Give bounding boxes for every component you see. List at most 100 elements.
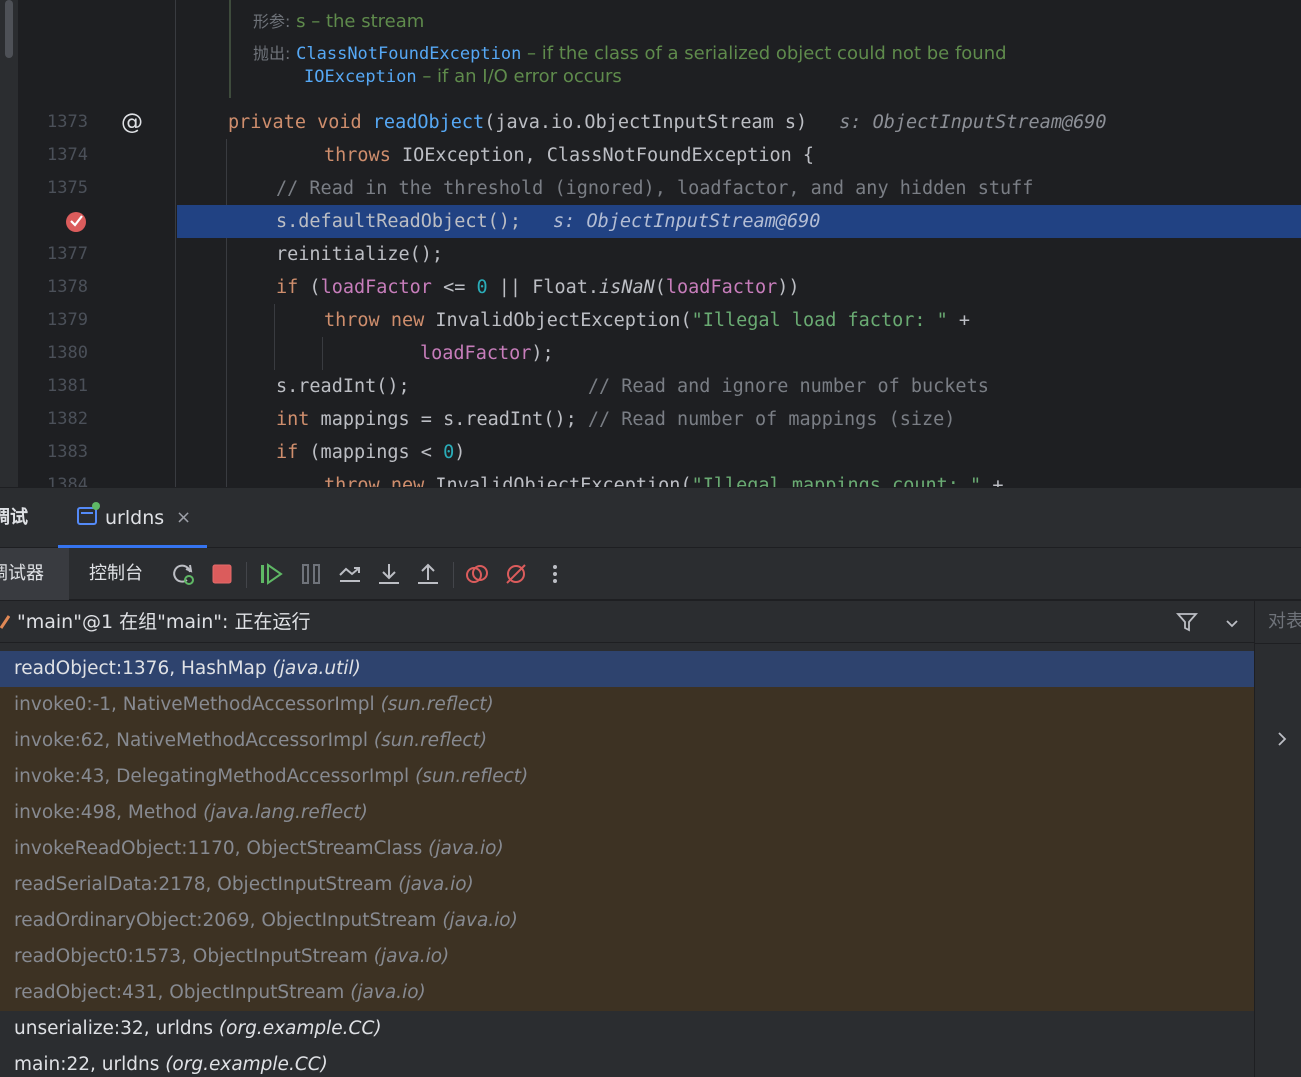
editor-gutter[interactable]: 1373 @ 1374 1375 1377 1378 1379 1380 138… xyxy=(18,0,176,487)
stop-icon[interactable] xyxy=(209,561,235,587)
line-number: 1378 xyxy=(47,277,88,297)
code-line[interactable]: int mappings = s.readInt(); // Read numb… xyxy=(177,403,1301,436)
inline-debug-value: s: ObjectInputStream@690 xyxy=(839,112,1107,133)
keyword: if xyxy=(276,277,299,298)
code-editor[interactable]: 1373 @ 1374 1375 1377 1378 1379 1380 138… xyxy=(0,0,1301,487)
variables-pane[interactable]: 对表 xyxy=(1254,601,1301,1077)
frames-list[interactable]: readObject:1376, HashMap (java.util) inv… xyxy=(0,643,1254,1077)
stack-frame[interactable]: invoke:43, DelegatingMethodAccessorImpl … xyxy=(0,759,1254,795)
code-line[interactable]: throws IOException, ClassNotFoundExcepti… xyxy=(177,139,1301,172)
resume-icon[interactable] xyxy=(258,561,284,587)
session-tab-urldns[interactable]: urldns × xyxy=(58,488,207,548)
code-text: s.defaultReadObject(); xyxy=(276,211,522,232)
code-line[interactable]: // Read in the threshold (ignored), load… xyxy=(177,172,1301,205)
editor-scrollbar[interactable] xyxy=(0,0,18,487)
param-tag: 形参: xyxy=(253,12,291,31)
code-line[interactable]: throw new InvalidObjectException("Illega… xyxy=(177,304,1301,337)
override-marker-icon[interactable]: @ xyxy=(121,110,143,135)
stack-frame[interactable]: readObject:1376, HashMap (java.util) xyxy=(0,651,1254,687)
keyword: int xyxy=(276,409,310,430)
code-line[interactable]: loadFactor); xyxy=(177,337,1301,370)
static-method: isNaN xyxy=(599,277,655,298)
step-out-icon[interactable] xyxy=(415,561,441,587)
code-line[interactable]: if (loadFactor <= 0 || Float.isNaN(loadF… xyxy=(177,271,1301,304)
code-text: ( xyxy=(654,277,666,298)
scrollbar-thumb[interactable] xyxy=(5,0,13,58)
code-text: reinitialize(); xyxy=(276,244,444,265)
step-into-icon[interactable] xyxy=(376,561,402,587)
frame-package: (sun.reflect) xyxy=(415,766,529,787)
code-line[interactable]: if (mappings < 0) xyxy=(177,436,1301,469)
field-ref: loadFactor xyxy=(320,277,432,298)
filter-icon[interactable] xyxy=(1176,611,1198,633)
comment: // Read number of mappings (size) xyxy=(587,409,956,430)
comment: // Read and ignore number of buckets xyxy=(587,376,989,397)
mute-breakpoints-icon[interactable] xyxy=(503,561,529,587)
stack-frame[interactable]: readOrdinaryObject:2069, ObjectInputStre… xyxy=(0,903,1254,939)
thread-selector[interactable]: "main"@1 在组"main": 正在运行 xyxy=(0,601,1254,643)
stack-frame[interactable]: invoke:62, NativeMethodAccessorImpl (sun… xyxy=(0,723,1254,759)
stack-frame[interactable]: invoke:498, Method (java.lang.reflect) xyxy=(0,795,1254,831)
chevron-down-icon[interactable] xyxy=(1222,613,1242,633)
code-text: mappings = s.readInt(); xyxy=(309,409,588,430)
thread-label: "main"@1 在组"main": 正在运行 xyxy=(17,611,311,633)
frame-package: (java.io) xyxy=(373,946,450,967)
current-execution-line[interactable]: s.defaultReadObject(); s: ObjectInputStre… xyxy=(177,205,1301,238)
stack-frame[interactable]: readObject:431, ObjectInputStream (java.… xyxy=(0,975,1254,1011)
toolbar-separator xyxy=(246,562,247,588)
close-icon[interactable]: × xyxy=(176,488,191,548)
code-text: )) xyxy=(777,277,800,298)
code-text: ); xyxy=(531,343,554,364)
code-text: + xyxy=(981,475,1004,487)
variables-input-placeholder[interactable]: 对表 xyxy=(1268,601,1301,643)
code-line[interactable]: reinitialize(); xyxy=(177,238,1301,271)
thread-status-icon xyxy=(0,615,10,629)
pause-icon[interactable] xyxy=(298,561,324,587)
line-number: 1379 xyxy=(47,310,88,330)
frame-method: unserialize:32, urldns xyxy=(14,1018,219,1039)
exception-link[interactable]: ClassNotFoundException xyxy=(296,44,521,64)
stack-frame[interactable]: readObject0:1573, ObjectInputStream (jav… xyxy=(0,939,1254,975)
step-over-icon[interactable] xyxy=(337,561,363,587)
stack-frame[interactable]: readSerialData:2178, ObjectInputStream (… xyxy=(0,867,1254,903)
frame-method: readObject:431, ObjectInputStream xyxy=(14,982,351,1003)
frame-method: invoke:62, NativeMethodAccessorImpl xyxy=(14,730,374,751)
breakpoint-icon[interactable] xyxy=(65,209,89,233)
code-line[interactable]: private void readObject(java.io.ObjectIn… xyxy=(177,106,1301,139)
chevron-right-icon[interactable] xyxy=(1275,729,1289,749)
frame-method: invoke:43, DelegatingMethodAccessorImpl xyxy=(14,766,416,787)
stack-frame[interactable]: main:22, urldns (org.example.CC) xyxy=(0,1047,1254,1077)
frame-package: (org.example.CC) xyxy=(165,1054,328,1075)
code-text: InvalidObjectException( xyxy=(435,475,692,487)
stack-frame[interactable]: invoke0:-1, NativeMethodAccessorImpl (su… xyxy=(0,687,1254,723)
exception-link[interactable]: IOException xyxy=(304,67,417,87)
line-number: 1382 xyxy=(47,409,88,429)
number-literal: 0 xyxy=(443,442,455,463)
line-number: 1374 xyxy=(47,145,88,165)
throws-text: – if an I/O error occurs xyxy=(416,66,622,87)
frame-package: (java.io) xyxy=(398,874,474,895)
view-breakpoints-icon[interactable] xyxy=(464,561,490,587)
code-line[interactable]: s.readInt(); // Read and ignore number o… xyxy=(177,370,1301,403)
tab-console[interactable]: 控制台 xyxy=(89,548,143,600)
code-text: ) xyxy=(454,442,466,463)
code-line[interactable]: throw new InvalidObjectException("Illega… xyxy=(177,469,1301,487)
stack-frame[interactable]: invokeReadObject:1170, ObjectStreamClass… xyxy=(0,831,1254,867)
frame-package: (java.io) xyxy=(350,982,426,1003)
code-text: + xyxy=(947,310,971,331)
field-ref: loadFactor xyxy=(420,343,532,364)
more-icon[interactable] xyxy=(542,561,568,587)
number-literal: 0 xyxy=(476,277,488,298)
frame-method: readOrdinaryObject:2069, ObjectInputStre… xyxy=(14,910,443,931)
running-indicator-icon xyxy=(92,502,100,510)
line-number: 1381 xyxy=(47,376,88,396)
frame-method: main:22, urldns xyxy=(14,1054,166,1075)
tab-debugger[interactable]: 调试器 xyxy=(0,548,69,600)
rendered-javadoc: 形参: s – the stream 抛出: ClassNotFoundExce… xyxy=(229,0,1007,98)
toolbar-separator xyxy=(453,562,454,588)
code-area[interactable]: 形参: s – the stream 抛出: ClassNotFoundExce… xyxy=(177,0,1301,487)
stack-frame[interactable]: unserialize:32, urldns (org.example.CC) xyxy=(0,1011,1254,1047)
code-text: IOException, ClassNotFoundException { xyxy=(390,145,815,166)
throws-tag: 抛出: xyxy=(253,44,291,63)
rerun-icon[interactable] xyxy=(170,561,196,587)
